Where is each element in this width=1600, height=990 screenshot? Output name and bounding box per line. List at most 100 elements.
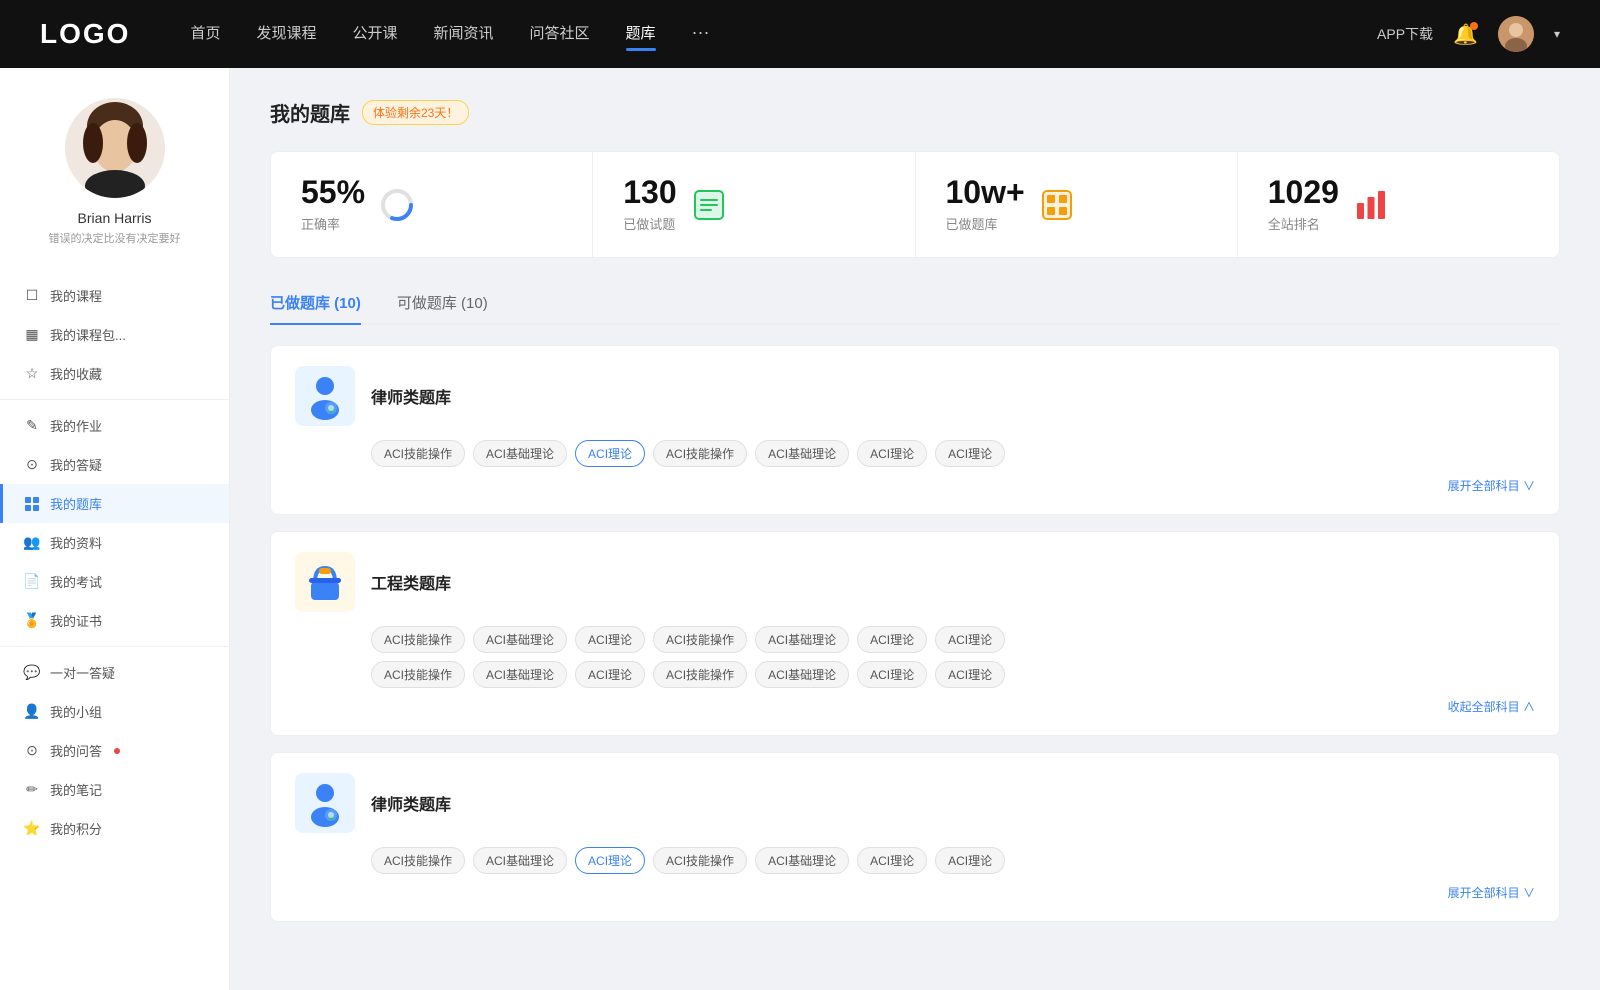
app-download-link[interactable]: APP下载 xyxy=(1377,24,1433,44)
qbank-tags-lawyer-2: ACI技能操作 ACI基础理论 ACI理论 ACI技能操作 ACI基础理论 AC… xyxy=(371,847,1535,874)
done-questions-icon xyxy=(691,187,727,223)
tag[interactable]: ACI理论 xyxy=(857,661,927,688)
sidebar-item-my-profile[interactable]: 👥 我的资料 xyxy=(0,523,229,562)
edit-icon: ✎ xyxy=(24,418,40,434)
tag[interactable]: ACI理论 xyxy=(935,626,1005,653)
sidebar-item-label: 我的证书 xyxy=(50,611,102,630)
notification-bell[interactable]: 🔔 xyxy=(1453,22,1478,47)
sidebar-item-one-on-one[interactable]: 💬 一对一答疑 xyxy=(0,653,229,692)
tag[interactable]: ACI技能操作 xyxy=(371,626,465,653)
sidebar: Brian Harris 错误的决定比没有决定要好 ☐ 我的课程 ▦ 我的课程包… xyxy=(0,68,230,990)
correct-rate-icon xyxy=(379,187,415,223)
sidebar-item-my-points[interactable]: ⭐ 我的积分 xyxy=(0,809,229,848)
profile-motto: 错误的决定比没有决定要好 xyxy=(49,230,181,246)
qbank-card-lawyer-2: 律师类题库 ACI技能操作 ACI基础理论 ACI理论 ACI技能操作 ACI基… xyxy=(270,752,1560,922)
tag[interactable]: ACI技能操作 xyxy=(653,661,747,688)
sidebar-item-label: 我的小组 xyxy=(50,702,102,721)
tag[interactable]: ACI技能操作 xyxy=(653,626,747,653)
qbank-card-lawyer-1: 律师类题库 ACI技能操作 ACI基础理论 ACI理论 ACI技能操作 ACI基… xyxy=(270,345,1560,515)
file-icon: 📄 xyxy=(24,574,40,590)
sidebar-item-my-qa[interactable]: ⊙ 我的答疑 xyxy=(0,445,229,484)
group-icon: 👤 xyxy=(24,704,40,720)
sidebar-item-my-qbank[interactable]: 我的题库 xyxy=(0,484,229,523)
stat-site-rank: 1029 全站排名 xyxy=(1238,152,1559,257)
tag[interactable]: ACI基础理论 xyxy=(755,661,849,688)
avatar-chevron-icon[interactable]: ▾ xyxy=(1554,27,1560,41)
stat-correct-rate: 55% 正确率 xyxy=(271,152,593,257)
expand-button-lawyer-2[interactable]: 展开全部科目 ∨ xyxy=(1448,884,1535,901)
sidebar-item-label: 一对一答疑 xyxy=(50,663,115,682)
sidebar-item-my-exam[interactable]: 📄 我的考试 xyxy=(0,562,229,601)
tag[interactable]: ACI理论 xyxy=(857,626,927,653)
tabs: 已做题库 (10) 可做题库 (10) xyxy=(270,282,1560,325)
tab-available-banks[interactable]: 可做题库 (10) xyxy=(397,282,488,323)
qbank-tags-lawyer-1: ACI技能操作 ACI基础理论 ACI理论 ACI技能操作 ACI基础理论 AC… xyxy=(371,440,1535,467)
sidebar-item-label: 我的考试 xyxy=(50,572,102,591)
sidebar-item-my-group[interactable]: 👤 我的小组 xyxy=(0,692,229,731)
nav-opencourse[interactable]: 公开课 xyxy=(352,22,397,47)
sidebar-item-label: 我的问答 xyxy=(50,741,102,760)
sidebar-item-label: 我的课程包... xyxy=(50,325,126,344)
nav-qa[interactable]: 问答社区 xyxy=(530,22,590,47)
sidebar-item-my-questions[interactable]: ⊙ 我的问答 xyxy=(0,731,229,770)
tag[interactable]: ACI理论 xyxy=(935,847,1005,874)
sidebar-item-label: 我的题库 xyxy=(50,494,102,513)
tag[interactable]: ACI理论 xyxy=(575,626,645,653)
sidebar-item-label: 我的资料 xyxy=(50,533,102,552)
page-header: 我的题库 体验剩余23天！ xyxy=(270,98,1560,127)
qbank-title-lawyer-1: 律师类题库 xyxy=(371,384,451,408)
qbank-tags-engineer-row2: ACI技能操作 ACI基础理论 ACI理论 ACI技能操作 ACI基础理论 AC… xyxy=(371,661,1535,688)
tag[interactable]: ACI基础理论 xyxy=(473,626,567,653)
sidebar-item-my-notes[interactable]: ✏ 我的笔记 xyxy=(0,770,229,809)
tag[interactable]: ACI理论 xyxy=(935,661,1005,688)
score-icon: ⭐ xyxy=(24,821,40,837)
sidebar-item-certificate[interactable]: 🏅 我的证书 xyxy=(0,601,229,640)
sidebar-item-favorites[interactable]: ☆ 我的收藏 xyxy=(0,354,229,393)
tag[interactable]: ACI理论 xyxy=(857,847,927,874)
tag[interactable]: ACI技能操作 xyxy=(371,440,465,467)
sidebar-menu: ☐ 我的课程 ▦ 我的课程包... ☆ 我的收藏 ✎ 我的作业 ⊙ 我的答疑 xyxy=(0,266,229,858)
qbank-icon-lawyer-2 xyxy=(295,773,355,833)
stat-done-banks: 10w+ 已做题库 xyxy=(916,152,1238,257)
sidebar-item-my-courses[interactable]: ☐ 我的课程 xyxy=(0,276,229,315)
trial-badge: 体验剩余23天！ xyxy=(362,100,469,125)
tab-done-banks[interactable]: 已做题库 (10) xyxy=(270,282,361,323)
sidebar-item-homework[interactable]: ✎ 我的作业 xyxy=(0,406,229,445)
tag[interactable]: ACI技能操作 xyxy=(653,440,747,467)
question-icon: ⊙ xyxy=(24,743,40,759)
nav-news[interactable]: 新闻资讯 xyxy=(434,22,494,47)
tag-active[interactable]: ACI理论 xyxy=(575,440,645,467)
logo[interactable]: LOGO xyxy=(40,18,130,50)
nav-discover[interactable]: 发现课程 xyxy=(256,22,316,47)
tag[interactable]: ACI技能操作 xyxy=(653,847,747,874)
sidebar-item-label: 我的课程 xyxy=(50,286,102,305)
tag-active[interactable]: ACI理论 xyxy=(575,847,645,874)
sidebar-profile: Brian Harris 错误的决定比没有决定要好 xyxy=(0,68,229,266)
page-layout: Brian Harris 错误的决定比没有决定要好 ☐ 我的课程 ▦ 我的课程包… xyxy=(0,68,1600,990)
qbank-title-lawyer-2: 律师类题库 xyxy=(371,791,451,815)
document-icon: ☐ xyxy=(24,288,40,304)
stat-value-done-questions: 130 xyxy=(623,176,676,208)
menu-divider-2 xyxy=(0,646,229,647)
qbank-icon-lawyer-1 xyxy=(295,366,355,426)
stat-label-correct-rate: 正确率 xyxy=(301,214,365,233)
avatar[interactable] xyxy=(1498,16,1534,52)
nav-more[interactable]: ··· xyxy=(692,22,710,47)
tag[interactable]: ACI理论 xyxy=(575,661,645,688)
tag[interactable]: ACI基础理论 xyxy=(755,440,849,467)
main-content: 我的题库 体验剩余23天！ 55% 正确率 xyxy=(230,68,1600,990)
expand-button-lawyer-1[interactable]: 展开全部科目 ∨ xyxy=(1448,477,1535,494)
tag[interactable]: ACI基础理论 xyxy=(755,626,849,653)
sidebar-item-course-packages[interactable]: ▦ 我的课程包... xyxy=(0,315,229,354)
nav-qbank[interactable]: 题库 xyxy=(626,22,656,47)
tag[interactable]: ACI技能操作 xyxy=(371,661,465,688)
tag[interactable]: ACI基础理论 xyxy=(755,847,849,874)
collapse-button-engineer[interactable]: 收起全部科目 ∧ xyxy=(1448,698,1535,715)
nav-home[interactable]: 首页 xyxy=(190,22,220,47)
tag[interactable]: ACI基础理论 xyxy=(473,847,567,874)
tag[interactable]: ACI技能操作 xyxy=(371,847,465,874)
tag[interactable]: ACI基础理论 xyxy=(473,661,567,688)
tag[interactable]: ACI理论 xyxy=(935,440,1005,467)
tag[interactable]: ACI基础理论 xyxy=(473,440,567,467)
tag[interactable]: ACI理论 xyxy=(857,440,927,467)
